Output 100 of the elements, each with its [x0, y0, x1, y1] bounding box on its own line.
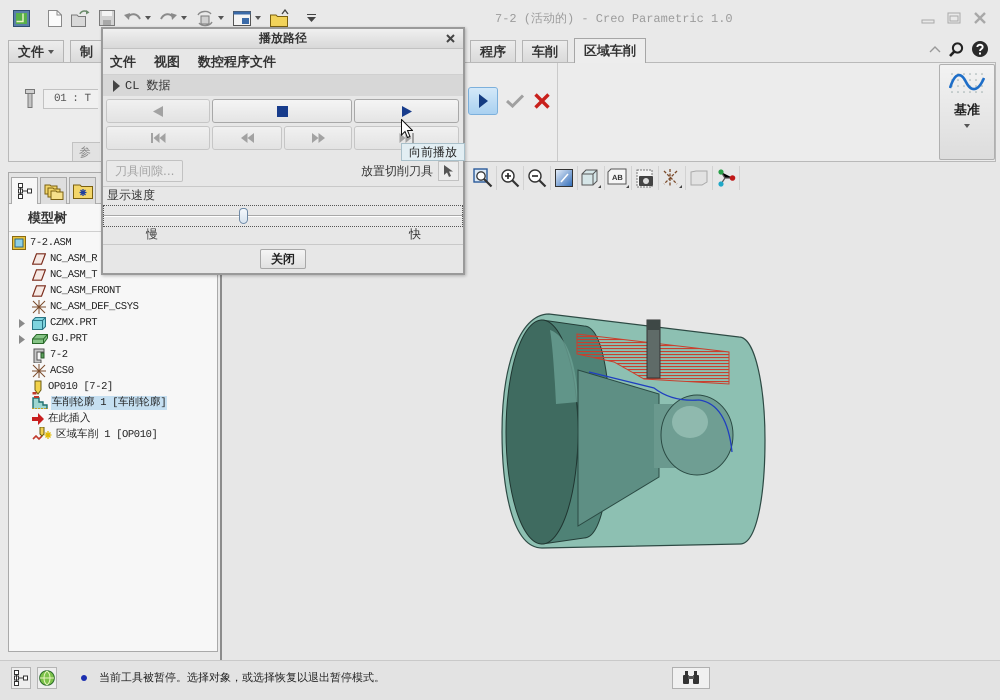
- find-button[interactable]: [672, 666, 710, 688]
- stop-icon: [276, 106, 288, 116]
- speed-label: 显示速度: [106, 187, 156, 203]
- profile-icon: [32, 396, 48, 410]
- close-button[interactable]: 关闭: [260, 249, 306, 269]
- caret-icon[interactable]: [181, 16, 187, 20]
- expand-arrow-icon[interactable]: [113, 80, 120, 92]
- x-icon: [534, 93, 550, 109]
- app-icon: [13, 10, 30, 26]
- machine-icon: [32, 348, 46, 362]
- zoom-out-icon[interactable]: [527, 168, 547, 188]
- cube-icon[interactable]: [581, 168, 601, 188]
- pencil-icon: [32, 380, 44, 394]
- window-title: 7-2 (活动的) - Creo Parametric 1.0: [495, 10, 733, 26]
- check-icon: [506, 94, 524, 108]
- globe-button[interactable]: [37, 666, 57, 688]
- slider-max-label: 快: [409, 227, 421, 241]
- skip-to-start-icon: [150, 133, 166, 143]
- caret-icon[interactable]: [145, 16, 151, 20]
- resume-button[interactable]: [468, 87, 498, 115]
- dialog-title: 播放路径: [259, 30, 307, 47]
- camera-icon[interactable]: [636, 168, 654, 188]
- expand-arrow-icon[interactable]: [19, 334, 25, 344]
- arrow-icon: [32, 413, 44, 425]
- tree-item[interactable]: 区域车削 1 [OP010]: [55, 428, 158, 442]
- regenerate-icon[interactable]: [196, 10, 214, 26]
- zoom-fit-icon[interactable]: [473, 168, 493, 188]
- datum-button[interactable]: 基准: [939, 64, 995, 160]
- tooltip: 向前播放: [401, 143, 465, 161]
- save-icon[interactable]: [99, 10, 115, 26]
- plane-icon: [32, 269, 46, 281]
- tree-item[interactable]: ACS0: [49, 364, 75, 378]
- mouse-pointer-icon: [401, 119, 413, 138]
- tree-structure-icon: [14, 670, 28, 686]
- tree-item[interactable]: NC_ASM_DEF_CSYS: [49, 300, 140, 314]
- rewind-icon: [240, 133, 254, 143]
- zoom-in-icon[interactable]: [500, 168, 520, 188]
- cube-icon: [32, 316, 46, 330]
- ribbon-tab[interactable]: 制: [70, 40, 103, 62]
- caret-icon[interactable]: [255, 16, 261, 20]
- panel-title: 模型树: [28, 210, 67, 226]
- tree-item[interactable]: GJ.PRT: [51, 332, 88, 346]
- menu-item[interactable]: 视图: [154, 52, 180, 70]
- caret-icon[interactable]: [218, 16, 224, 20]
- tree-item[interactable]: NC_ASM_T: [49, 268, 98, 282]
- nodes-icon[interactable]: [716, 169, 736, 187]
- plane-icon: [32, 253, 46, 265]
- folder-icon[interactable]: [270, 9, 289, 27]
- expand-arrow-icon[interactable]: [19, 318, 25, 328]
- caret-icon[interactable]: [48, 50, 54, 54]
- tool-icon: [25, 89, 35, 109]
- new-document-icon[interactable]: [48, 10, 62, 26]
- ribbon-tab[interactable]: 文件: [8, 40, 64, 62]
- play-forward-button[interactable]: [354, 99, 459, 123]
- tree-item[interactable]: 7-2.ASM: [29, 236, 72, 250]
- play-icon: [402, 106, 412, 116]
- star-folder-icon: [72, 183, 92, 199]
- zigzag-tool-icon: [32, 427, 52, 443]
- slider-thumb[interactable]: [238, 208, 248, 224]
- tree-item[interactable]: 7-2: [49, 348, 69, 362]
- search-icon[interactable]: [949, 42, 964, 56]
- reverse-play-icon: [153, 106, 163, 116]
- panel-tab[interactable]: [69, 177, 96, 204]
- window-icon[interactable]: [233, 10, 251, 26]
- tree-item[interactable]: 车削轮廓 1 [车削轮廓]: [51, 396, 168, 410]
- close-icon[interactable]: [446, 34, 455, 43]
- crossed-axes-icon: [32, 364, 46, 378]
- panel-tab[interactable]: [11, 177, 38, 204]
- tree-item[interactable]: CZMX.PRT: [49, 316, 98, 330]
- plate-icon: [32, 334, 48, 344]
- crossed-axes-icon: [32, 300, 46, 314]
- slider-min-label: 慢: [146, 227, 158, 241]
- customize-icon[interactable]: [307, 14, 316, 22]
- binoculars-icon: [682, 670, 700, 685]
- ribbon-tab[interactable]: 程序: [470, 40, 516, 62]
- place-tool-label: 放置切削刀具: [361, 164, 433, 178]
- gradient-square-icon[interactable]: [555, 169, 573, 187]
- fast-forward-icon: [312, 133, 324, 143]
- plane-icon: [32, 285, 46, 297]
- speed-slider[interactable]: [103, 205, 463, 227]
- ribbon-tab[interactable]: 区域车削: [574, 38, 646, 63]
- tree-item[interactable]: NC_ASM_R: [49, 252, 98, 266]
- tree-item[interactable]: NC_ASM_FRONT: [49, 284, 122, 298]
- model-tree-button[interactable]: [11, 666, 31, 688]
- menu-item[interactable]: 数控程序文件: [198, 52, 276, 70]
- section-header[interactable]: CL 数据: [103, 75, 463, 96]
- axes-icon[interactable]: [662, 168, 682, 188]
- tree-item[interactable]: OP010 [7-2]: [47, 380, 114, 394]
- tree-item[interactable]: 在此插入: [47, 412, 92, 426]
- menu-item[interactable]: 文件: [110, 52, 136, 70]
- caret-icon[interactable]: [964, 124, 970, 128]
- open-icon[interactable]: [71, 10, 90, 26]
- play-icon: [478, 94, 488, 108]
- tool-dropdown[interactable]: 01 : T: [43, 89, 98, 109]
- help-icon[interactable]: [972, 41, 988, 57]
- stop-button[interactable]: [212, 99, 352, 123]
- assembly-icon: [12, 236, 26, 250]
- status-dot-icon: [81, 674, 87, 680]
- ribbon-tab[interactable]: 车削: [522, 40, 568, 62]
- place-tool-button[interactable]: [438, 161, 459, 181]
